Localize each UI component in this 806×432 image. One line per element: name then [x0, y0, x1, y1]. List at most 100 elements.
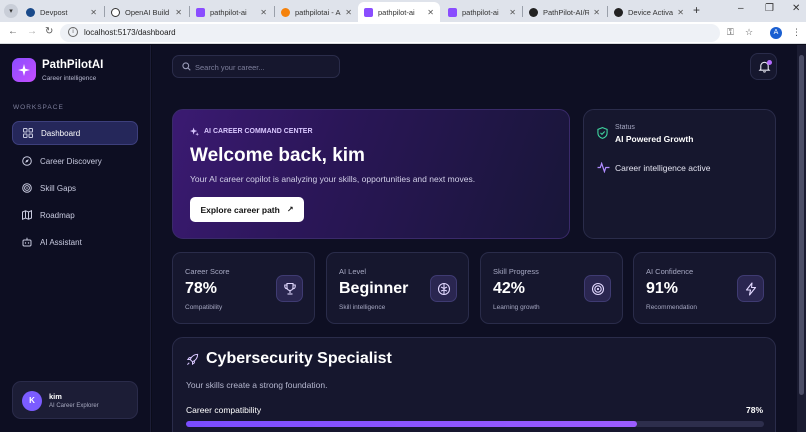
browser-tab[interactable]: pathpilotai - Aut ✕: [275, 2, 358, 22]
stat-sub: Learning growth: [493, 304, 540, 311]
sidebar-item-dashboard[interactable]: Dashboard: [12, 121, 138, 145]
sidebar-item-label: Career Discovery: [40, 156, 102, 166]
close-window-icon[interactable]: ✕: [792, 3, 800, 14]
compatibility-label: Career compatibility: [186, 405, 262, 415]
stat-value: 42%: [493, 280, 526, 297]
close-icon[interactable]: ✕: [677, 8, 684, 17]
search-input[interactable]: [195, 60, 335, 75]
user-profile-card[interactable]: K kim AI Career Explorer: [12, 381, 138, 419]
stat-label: AI Level: [339, 267, 367, 276]
stat-label: Career Score: [185, 267, 230, 276]
browser-tab[interactable]: Device Activation ✕: [608, 2, 690, 22]
compatibility-progress-bar: [186, 421, 764, 427]
tab-title: Device Activation: [628, 7, 674, 17]
stat-value: 91%: [646, 280, 679, 297]
password-key-icon[interactable]: ⚿: [727, 27, 734, 38]
notifications-button[interactable]: [750, 53, 777, 80]
close-icon[interactable]: ✕: [509, 8, 516, 17]
sidebar-item-ai-assistant[interactable]: AI Assistant: [12, 230, 138, 254]
close-icon[interactable]: ✕: [593, 8, 600, 17]
status-label: Status: [615, 124, 635, 131]
browser-tab[interactable]: pathpilot-ai ✕: [190, 2, 273, 22]
brand-tagline: Career intelligence: [42, 75, 97, 82]
forward-arrow-icon[interactable]: →: [27, 26, 37, 37]
sidebar-item-roadmap[interactable]: Roadmap: [12, 203, 138, 227]
sparkles-logo-icon: [12, 58, 36, 82]
close-icon[interactable]: ✕: [427, 8, 434, 17]
page-scrollbar[interactable]: [797, 45, 806, 432]
compatibility-percent: 78%: [745, 405, 763, 415]
bot-icon: [22, 237, 32, 247]
tab-title: pathpilotai - Aut: [295, 7, 341, 17]
user-role: AI Career Explorer: [49, 403, 99, 409]
close-icon[interactable]: ✕: [345, 8, 352, 17]
bookmark-star-icon[interactable]: ☆: [745, 27, 753, 38]
trophy-icon: [276, 275, 303, 302]
rocket-icon: [186, 353, 199, 365]
stat-card-skill-progress: Skill Progress 42% Learning growth: [480, 252, 623, 324]
status-card: Status AI Powered Growth Career intellig…: [583, 109, 776, 239]
browser-tab[interactable]: OpenAI Build W ✕: [105, 2, 188, 22]
stat-sub: Skill intelligence: [339, 304, 386, 311]
stat-label: AI Confidence: [646, 267, 694, 276]
stat-card-career-score: Career Score 78% Compatibility: [172, 252, 315, 324]
close-icon[interactable]: ✕: [90, 8, 97, 17]
bolt-icon: [737, 275, 764, 302]
browser-tab[interactable]: pathpilot-ai ✕: [442, 2, 522, 22]
career-title-text: Cybersecurity Specialist: [206, 350, 392, 367]
status-value: AI Powered Growth: [615, 134, 694, 144]
reload-icon[interactable]: ↻: [45, 26, 53, 37]
tab-title: pathpilot-ai: [210, 7, 247, 17]
openai-favicon-icon: [111, 7, 120, 17]
sidebar-item-label: Skill Gaps: [40, 183, 77, 193]
compass-icon: [22, 156, 32, 166]
minimize-icon[interactable]: –: [738, 3, 744, 14]
brand-name: PathPilotAI: [42, 59, 104, 71]
target-icon: [584, 275, 611, 302]
browser-tab[interactable]: PathPilot-AI/RE ✕: [523, 2, 606, 22]
hero-subtitle: Your AI career copilot is analyzing your…: [190, 174, 476, 184]
stat-label: Skill Progress: [493, 267, 539, 276]
pathpilot-favicon-icon: [196, 7, 205, 17]
status-note: Career intelligence active: [615, 163, 711, 173]
close-icon[interactable]: ✕: [175, 8, 182, 17]
restore-icon[interactable]: ❐: [765, 3, 774, 14]
sparkles-icon: [190, 127, 199, 136]
sidebar-item-label: Dashboard: [41, 128, 81, 138]
tab-title: pathpilot-ai: [462, 7, 499, 17]
tab-search-icon[interactable]: ▾: [4, 4, 18, 18]
sidebar-item-skill-gaps[interactable]: Skill Gaps: [12, 176, 138, 200]
workspace-section-label: WORKSPACE: [13, 104, 64, 111]
hero-tag-text: AI CAREER COMMAND CENTER: [204, 128, 313, 135]
github-favicon-icon: [614, 7, 623, 17]
url-text: localhost:5173/dashboard: [84, 28, 176, 37]
site-info-icon[interactable]: i: [68, 27, 78, 37]
new-tab-plus-icon[interactable]: +: [693, 3, 700, 17]
avatar: K: [22, 391, 42, 411]
back-arrow-icon[interactable]: ←: [8, 26, 18, 37]
browser-tab-active[interactable]: pathpilot-ai ✕: [358, 2, 440, 22]
stat-sub: Compatibility: [185, 304, 223, 311]
browser-menu-icon[interactable]: ⋮: [792, 27, 801, 38]
sidebar-item-career-discovery[interactable]: Career Discovery: [12, 149, 138, 173]
devpost-favicon-icon: [26, 7, 35, 17]
pathpilot-favicon-icon: [448, 7, 457, 17]
career-match-title: Cybersecurity Specialist: [186, 350, 392, 368]
stat-value: 78%: [185, 280, 218, 297]
search-box: [172, 55, 340, 78]
sidebar-item-label: Roadmap: [40, 210, 75, 220]
shield-check-icon: [597, 127, 608, 139]
brain-icon: [430, 275, 457, 302]
tab-title: PathPilot-AI/RE: [543, 7, 590, 17]
explore-career-path-button[interactable]: Explore career path ↗: [190, 197, 304, 222]
hero-tag: AI CAREER COMMAND CENTER: [190, 127, 313, 136]
main-content: AI CAREER COMMAND CENTER Welcome back, k…: [152, 45, 806, 432]
button-label: Explore career path: [200, 204, 280, 215]
stat-sub: Recommendation: [646, 304, 697, 311]
search-icon: [182, 62, 191, 71]
address-bar[interactable]: i localhost:5173/dashboard: [60, 24, 720, 42]
profile-avatar[interactable]: A: [770, 27, 782, 39]
browser-tab[interactable]: Devpost ✕: [20, 2, 103, 22]
scrollbar-thumb[interactable]: [799, 55, 804, 395]
close-icon[interactable]: ✕: [260, 8, 267, 17]
